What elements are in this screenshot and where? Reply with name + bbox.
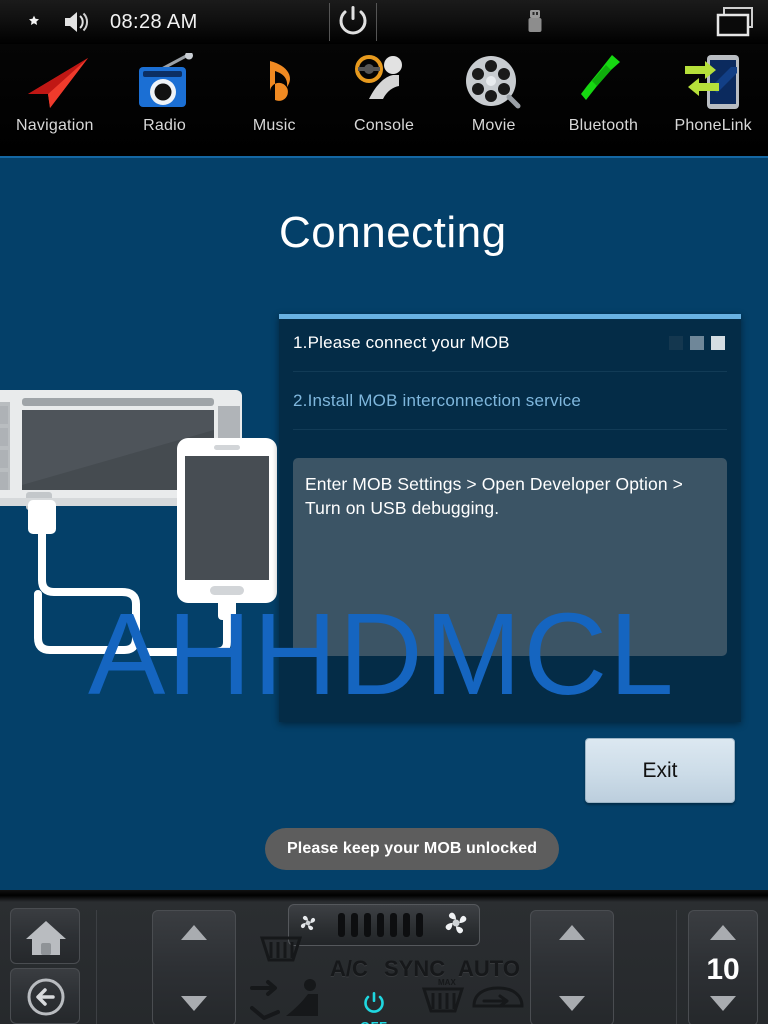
toast-text: Please keep your MOB unlocked — [287, 840, 538, 857]
app-console[interactable]: Console — [329, 44, 439, 135]
climate-control-bar: A/C SYNC AUTO OFF 10 — [0, 890, 768, 1024]
fan-tick — [402, 913, 410, 937]
loading-dot — [669, 335, 683, 350]
app-launcher-row: Navigation Radio Music Console Movie Blu… — [0, 44, 768, 156]
recents-windows-icon[interactable] — [712, 5, 758, 39]
app-phonelink[interactable]: PhoneLink — [658, 44, 768, 135]
fan-tick — [337, 913, 345, 937]
left-temp-stepper[interactable] — [152, 910, 236, 1024]
fan-tick — [415, 913, 423, 937]
step-item-1[interactable]: 1.Please connect your MOB — [293, 314, 727, 372]
radio-icon — [130, 52, 200, 114]
fan-tick — [350, 913, 358, 937]
instruction-box: Enter MOB Settings > Open Developer Opti… — [293, 458, 727, 656]
back-button[interactable] — [10, 968, 80, 1024]
power-icon — [363, 992, 384, 1013]
rear-defrost-icon[interactable] — [258, 932, 304, 966]
app-label: Navigation — [16, 117, 94, 134]
step-label: 2.Install MOB interconnection service — [293, 390, 582, 410]
power-icon[interactable] — [330, 0, 376, 44]
app-radio[interactable]: Radio — [110, 44, 220, 135]
fan-level-stepper[interactable]: 10 — [688, 910, 758, 1024]
app-bluetooth[interactable]: Bluetooth — [549, 44, 659, 135]
instruction-text: Enter MOB Settings > Open Developer Opti… — [305, 474, 683, 518]
fan-tick — [376, 913, 384, 937]
chevron-up-icon[interactable] — [559, 925, 585, 940]
volume-icon[interactable] — [62, 8, 92, 36]
app-label: PhoneLink — [674, 117, 752, 134]
fan-large-icon — [441, 908, 471, 943]
chevron-up-icon[interactable] — [710, 925, 736, 940]
bar-divider — [96, 910, 97, 1024]
app-label: Music — [252, 117, 296, 134]
fan-tick — [389, 913, 397, 937]
loading-dots — [669, 335, 725, 350]
usb-icon[interactable] — [522, 7, 548, 37]
chevron-down-icon[interactable] — [710, 996, 736, 1011]
right-temp-stepper[interactable] — [530, 910, 614, 1024]
bar-divider — [676, 910, 677, 1024]
chevron-down-icon[interactable] — [559, 996, 585, 1011]
film-reel-icon — [461, 52, 527, 114]
connecting-screen: Connecting 1.Please connect your MOB 2.I… — [0, 156, 768, 890]
chevron-down-icon[interactable] — [181, 996, 207, 1011]
climate-power-state: OFF — [360, 1019, 388, 1024]
app-label: Bluetooth — [568, 117, 639, 134]
fan-level-value: 10 — [706, 953, 740, 986]
chevron-up-icon[interactable] — [181, 925, 207, 940]
home-icon — [26, 921, 66, 955]
climate-power-button[interactable]: OFF — [360, 990, 388, 1024]
step-item-2[interactable]: 2.Install MOB interconnection service — [293, 372, 727, 430]
back-arrow-icon — [27, 978, 65, 1016]
loading-dot — [690, 335, 704, 350]
svg-text:MAX: MAX — [438, 978, 456, 987]
exit-button-label: Exit — [642, 758, 678, 782]
air-recirculate-icon[interactable] — [470, 982, 526, 1016]
phonelink-icon — [681, 52, 745, 114]
navigation-arrow-icon — [18, 52, 92, 114]
step-label: 1.Please connect your MOB — [293, 332, 510, 352]
loading-dot — [711, 335, 725, 350]
exit-button[interactable]: Exit — [585, 738, 735, 803]
status-bar: 08:28 AM — [0, 0, 768, 44]
status-clock: 08:28 AM — [110, 10, 198, 33]
fan-tick-marks — [337, 913, 423, 937]
car-head-unit-and-phone-usb-illustration — [0, 380, 286, 680]
music-note-icon — [244, 52, 304, 114]
moon-star-icon[interactable] — [14, 7, 44, 37]
app-label: Console — [353, 117, 415, 134]
bluetooth-icon — [573, 52, 633, 114]
app-movie[interactable]: Movie — [439, 44, 549, 135]
console-driver-icon — [349, 52, 419, 114]
home-button[interactable] — [10, 908, 80, 964]
main-top-divider — [0, 156, 768, 158]
toast-message: Please keep your MOB unlocked — [265, 828, 560, 870]
app-label: Radio — [143, 117, 186, 134]
max-defrost-icon[interactable]: MAX — [420, 976, 468, 1016]
fan-speed-slider[interactable] — [288, 904, 480, 946]
app-label: Movie — [471, 117, 516, 134]
app-music[interactable]: Music — [219, 44, 329, 135]
status-divider-right — [376, 3, 378, 41]
page-title: Connecting — [279, 208, 507, 257]
airflow-seat-icon[interactable] — [250, 978, 340, 1022]
infotainment-screen: 08:28 AM Navigation Radio Music Console … — [0, 0, 768, 1024]
fan-tick — [363, 913, 371, 937]
app-navigation[interactable]: Navigation — [0, 44, 110, 135]
